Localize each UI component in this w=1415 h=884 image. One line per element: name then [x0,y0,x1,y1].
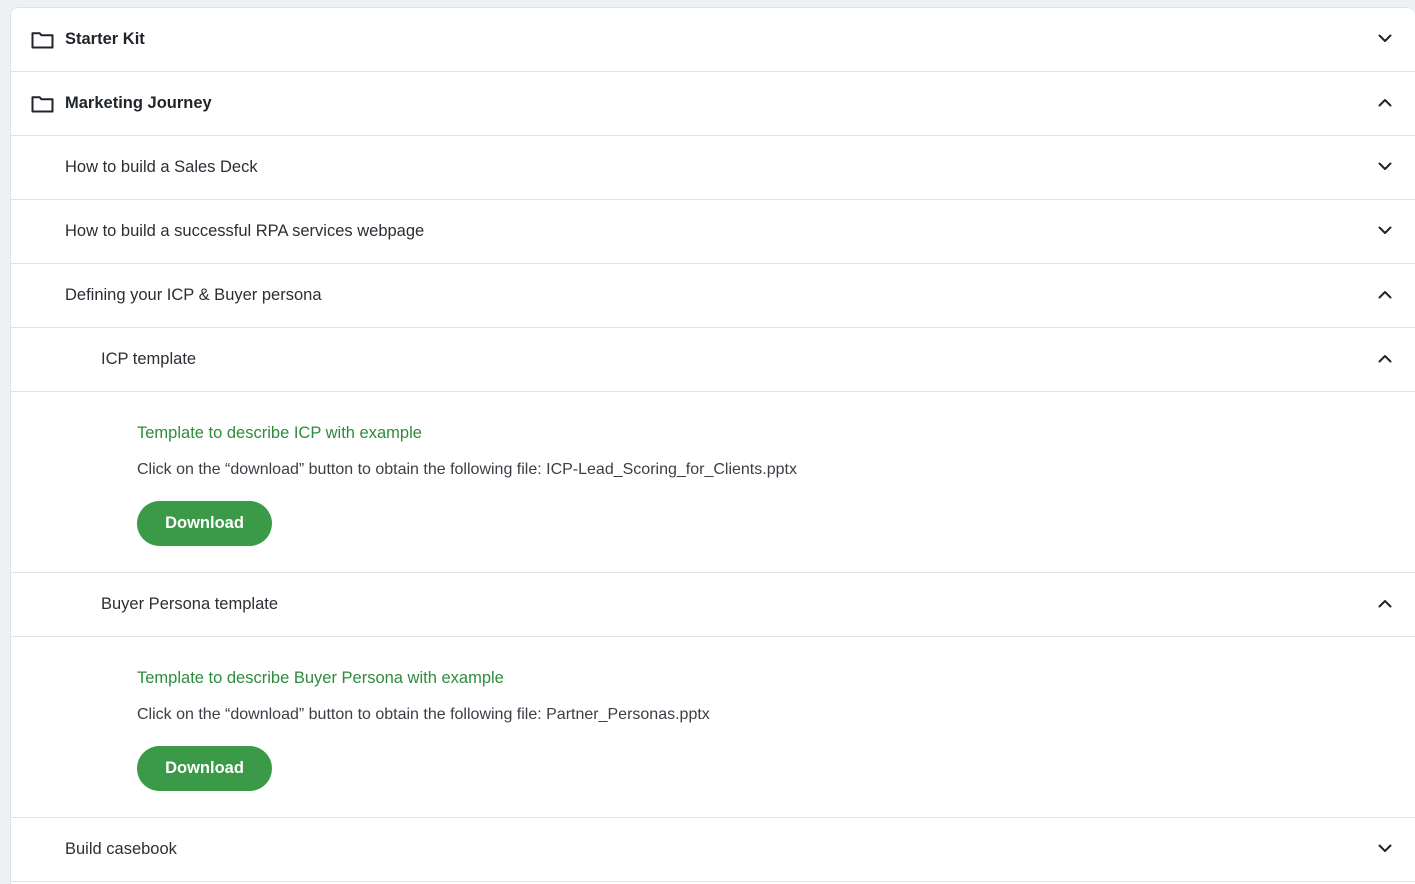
chevron-up-icon[interactable] [1377,596,1393,612]
section-marketing-journey[interactable]: Marketing Journey [11,72,1415,136]
content-description: Click on the “download” button to obtain… [137,706,710,723]
chevron-down-icon[interactable] [1377,841,1393,857]
item-label: Defining your ICP & Buyer persona [65,286,322,304]
subitem-label: ICP template [101,350,197,368]
section-label: Starter Kit [65,30,145,48]
section-starter-kit[interactable]: Starter Kit [11,8,1415,72]
content-title: Template to describe ICP with example [137,424,422,442]
folder-icon [31,95,54,113]
subitem-icp-template[interactable]: ICP template [11,328,1415,392]
subitem-label: Buyer Persona template [101,595,279,613]
item-label: How to build a Sales Deck [65,158,258,176]
chevron-up-icon[interactable] [1377,287,1393,303]
download-button[interactable]: Download [137,746,272,791]
chevron-down-icon[interactable] [1377,31,1393,47]
section-label: Marketing Journey [65,94,212,112]
item-icp-buyer-persona[interactable]: Defining your ICP & Buyer persona [11,264,1415,328]
subitem-buyer-persona-template[interactable]: Buyer Persona template [11,573,1415,637]
chevron-up-icon[interactable] [1377,351,1393,367]
download-button[interactable]: Download [137,501,272,546]
icp-template-content: Template to describe ICP with example Cl… [11,392,1415,573]
item-sales-deck[interactable]: How to build a Sales Deck [11,136,1415,200]
content-description: Click on the “download” button to obtain… [137,461,797,478]
folder-icon [31,31,54,49]
content-title: Template to describe Buyer Persona with … [137,669,504,687]
chevron-down-icon[interactable] [1377,159,1393,175]
chevron-up-icon[interactable] [1377,95,1393,111]
item-label: Build casebook [65,840,177,858]
item-rpa-webpage[interactable]: How to build a successful RPA services w… [11,200,1415,264]
accordion-panel: Starter Kit Marketing Journey How to bui… [10,7,1415,884]
item-label: How to build a successful RPA services w… [65,222,425,240]
chevron-down-icon[interactable] [1377,223,1393,239]
item-build-casebook[interactable]: Build casebook [11,818,1415,882]
buyer-persona-template-content: Template to describe Buyer Persona with … [11,637,1415,818]
